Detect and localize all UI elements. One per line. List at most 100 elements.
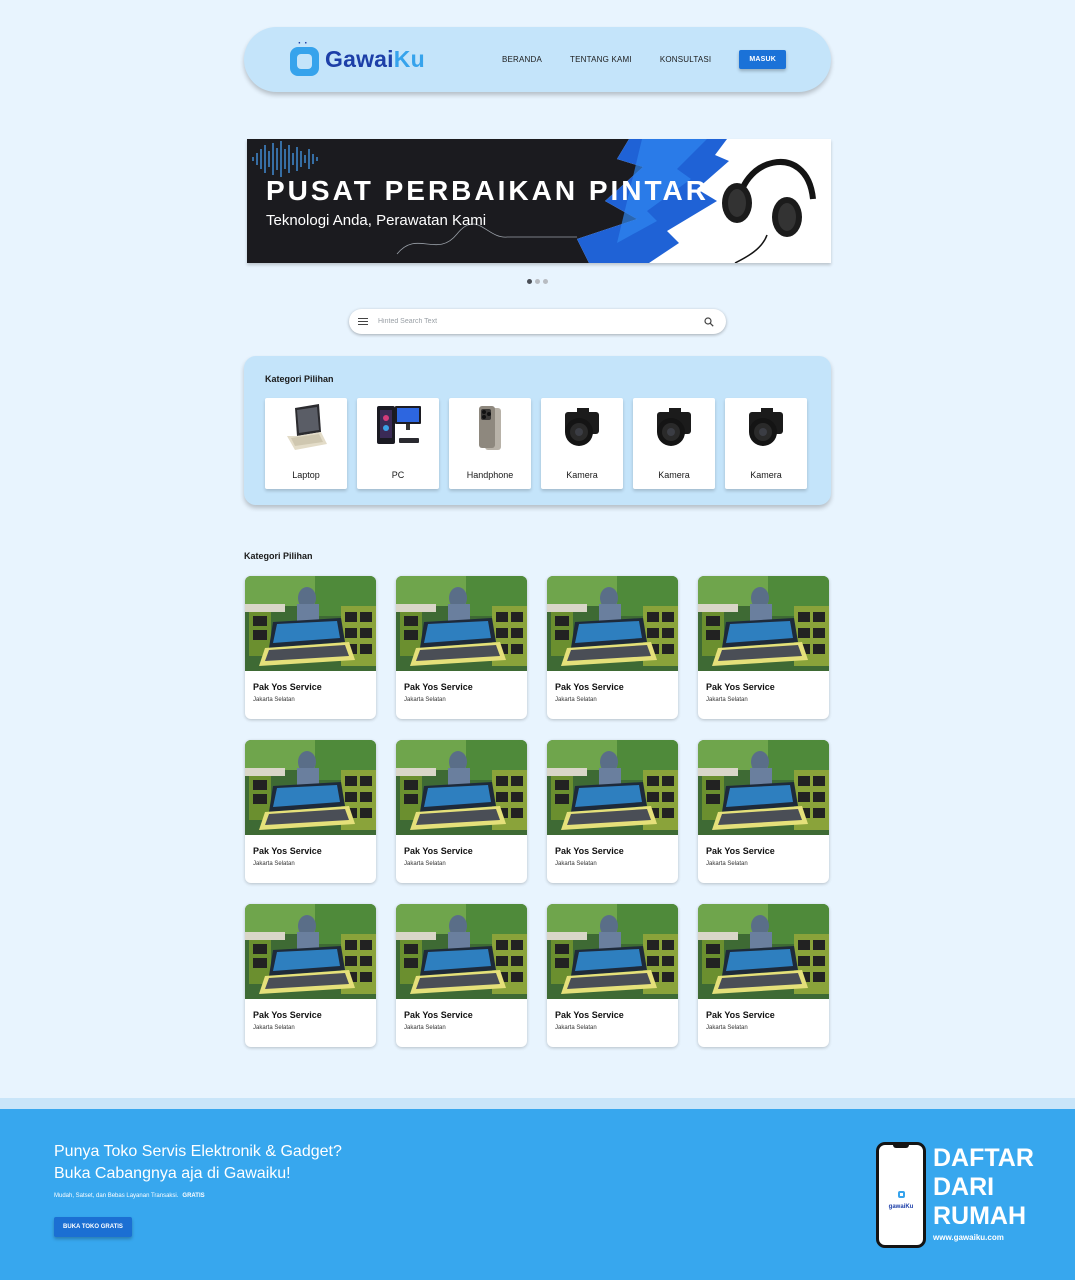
hero-banner[interactable]: PUSAT PERBAIKAN PINTAR Teknologi Anda, P… bbox=[247, 139, 831, 263]
promo-subheadline: Buka Cabangnya aja di Gawaiku! bbox=[54, 1165, 291, 1182]
seller-promo-footer: Punya Toko Servis Elektronik & Gadget? B… bbox=[0, 1109, 1075, 1280]
service-location: Jakarta Selatan bbox=[706, 697, 748, 703]
category-card-laptop[interactable]: Laptop bbox=[265, 398, 347, 489]
category-label: Laptop bbox=[292, 470, 320, 480]
camera-icon bbox=[657, 408, 691, 446]
search-icon[interactable] bbox=[704, 316, 714, 327]
top-navbar: ·· GawaiKu BERANDA TENTANG KAMI KONSULTA… bbox=[244, 27, 831, 92]
service-location: Jakarta Selatan bbox=[555, 1025, 597, 1031]
category-card-handphone[interactable]: Handphone bbox=[449, 398, 531, 489]
category-card-kamera[interactable]: Kamera bbox=[725, 398, 807, 489]
service-photo bbox=[698, 904, 829, 999]
service-photo bbox=[396, 576, 527, 671]
service-name: Pak Yos Service bbox=[404, 682, 473, 692]
service-photo bbox=[245, 740, 376, 835]
service-name: Pak Yos Service bbox=[555, 682, 624, 692]
open-store-button[interactable]: BUKA TOKO GRATIS bbox=[54, 1217, 132, 1237]
category-label: Kamera bbox=[750, 470, 782, 480]
service-location: Jakarta Selatan bbox=[706, 861, 748, 867]
phone-illustration: gawaiKu bbox=[876, 1142, 926, 1248]
service-card[interactable]: Pak Yos Service Jakarta Selatan bbox=[396, 904, 527, 1047]
service-card[interactable]: Pak Yos Service Jakarta Selatan bbox=[396, 576, 527, 719]
service-card[interactable]: Pak Yos Service Jakarta Selatan bbox=[245, 576, 376, 719]
category-card-pc[interactable]: PC bbox=[357, 398, 439, 489]
category-card-kamera[interactable]: Kamera bbox=[541, 398, 623, 489]
category-label: Kamera bbox=[658, 470, 690, 480]
laptop-icon bbox=[287, 404, 327, 450]
promo-gratis: GRATIS bbox=[182, 1193, 205, 1199]
search-input[interactable] bbox=[378, 318, 704, 325]
nav-konsultasi[interactable]: KONSULTASI bbox=[660, 55, 712, 64]
promo-headline: Punya Toko Servis Elektronik & Gadget? bbox=[54, 1143, 342, 1160]
phone-icon bbox=[479, 406, 501, 450]
service-name: Pak Yos Service bbox=[555, 1010, 624, 1020]
service-photo bbox=[396, 904, 527, 999]
service-location: Jakarta Selatan bbox=[253, 861, 295, 867]
service-card[interactable]: Pak Yos Service Jakarta Selatan bbox=[245, 740, 376, 883]
service-card[interactable]: Pak Yos Service Jakarta Selatan bbox=[698, 904, 829, 1047]
service-card[interactable]: Pak Yos Service Jakarta Selatan bbox=[396, 740, 527, 883]
carousel-dot[interactable] bbox=[535, 279, 540, 284]
category-label: Handphone bbox=[466, 470, 514, 480]
service-photo bbox=[698, 576, 829, 671]
category-card-kamera[interactable]: Kamera bbox=[633, 398, 715, 489]
service-photo bbox=[698, 740, 829, 835]
service-card[interactable]: Pak Yos Service Jakarta Selatan bbox=[547, 904, 678, 1047]
featured-categories-panel: Kategori Pilihan Laptop PC Handphone Kam… bbox=[244, 356, 831, 505]
services-title: Kategori Pilihan bbox=[244, 551, 313, 561]
service-name: Pak Yos Service bbox=[706, 846, 775, 856]
service-photo bbox=[245, 904, 376, 999]
category-label: Kamera bbox=[566, 470, 598, 480]
service-photo bbox=[547, 740, 678, 835]
nav-tentang-kami[interactable]: TENTANG KAMI bbox=[570, 55, 632, 64]
service-photo bbox=[547, 904, 678, 999]
service-location: Jakarta Selatan bbox=[555, 861, 597, 867]
camera-icon bbox=[749, 408, 783, 446]
logo-icon: ·· bbox=[290, 38, 319, 76]
service-location: Jakarta Selatan bbox=[253, 697, 295, 703]
service-card[interactable]: Pak Yos Service Jakarta Selatan bbox=[698, 740, 829, 883]
carousel-dots bbox=[527, 279, 548, 284]
nav-beranda[interactable]: BERANDA bbox=[502, 55, 542, 64]
service-location: Jakarta Selatan bbox=[404, 1025, 446, 1031]
service-card[interactable]: Pak Yos Service Jakarta Selatan bbox=[245, 904, 376, 1047]
service-name: Pak Yos Service bbox=[253, 846, 322, 856]
service-location: Jakarta Selatan bbox=[404, 697, 446, 703]
camera-icon bbox=[565, 408, 599, 446]
service-location: Jakarta Selatan bbox=[404, 861, 446, 867]
service-card[interactable]: Pak Yos Service Jakarta Selatan bbox=[547, 576, 678, 719]
search-bar bbox=[349, 309, 726, 334]
promo-note: Mudah, Satset, dan Bebas Layanan Transak… bbox=[54, 1193, 205, 1199]
menu-icon[interactable] bbox=[358, 318, 368, 325]
carousel-dot[interactable] bbox=[527, 279, 532, 284]
pc-icon bbox=[377, 406, 421, 444]
login-button[interactable]: MASUK bbox=[739, 50, 786, 69]
logo-text-accent: Ku bbox=[393, 46, 425, 72]
services-grid: Pak Yos Service Jakarta Selatan Pak Yos S… bbox=[245, 576, 830, 1047]
gawaiku-logo[interactable]: ·· GawaiKu bbox=[290, 38, 425, 76]
logo-text-main: Gawai bbox=[325, 46, 394, 72]
featured-categories-title: Kategori Pilihan bbox=[265, 374, 334, 384]
main-nav: BERANDA TENTANG KAMI KONSULTASI MASUK bbox=[502, 50, 786, 69]
logo-icon bbox=[897, 1191, 905, 1198]
site-url[interactable]: www.gawaiku.com bbox=[933, 1233, 1034, 1243]
service-name: Pak Yos Service bbox=[555, 846, 624, 856]
category-label: PC bbox=[391, 470, 405, 480]
service-card[interactable]: Pak Yos Service Jakarta Selatan bbox=[698, 576, 829, 719]
banner-title: PUSAT PERBAIKAN PINTAR bbox=[266, 175, 709, 206]
footer-divider bbox=[0, 1098, 1075, 1109]
register-callout: DAFTAR DARI RUMAH www.gawaiku.com bbox=[933, 1144, 1034, 1243]
service-name: Pak Yos Service bbox=[253, 682, 322, 692]
service-name: Pak Yos Service bbox=[706, 682, 775, 692]
service-location: Jakarta Selatan bbox=[706, 1025, 748, 1031]
phone-logo: gawaiKu bbox=[879, 1185, 923, 1210]
carousel-dot[interactable] bbox=[543, 279, 548, 284]
service-photo bbox=[396, 740, 527, 835]
service-card[interactable]: Pak Yos Service Jakarta Selatan bbox=[547, 740, 678, 883]
service-photo bbox=[547, 576, 678, 671]
service-photo bbox=[245, 576, 376, 671]
service-name: Pak Yos Service bbox=[253, 1010, 322, 1020]
service-location: Jakarta Selatan bbox=[555, 697, 597, 703]
service-name: Pak Yos Service bbox=[706, 1010, 775, 1020]
service-name: Pak Yos Service bbox=[404, 846, 473, 856]
